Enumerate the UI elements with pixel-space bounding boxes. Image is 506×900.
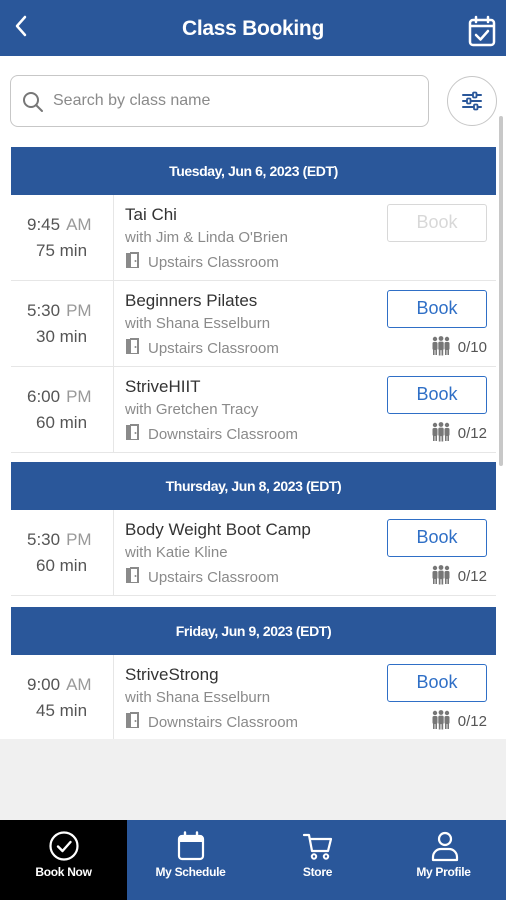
bottom-nav: Book Now My Schedule Store My Profile: [0, 820, 506, 900]
class-row: 9:45 AM 75 min Tai Chi with Jim & Linda O…: [11, 195, 496, 281]
class-room: Upstairs Classroom: [125, 337, 279, 357]
class-name: StriveStrong: [125, 665, 219, 684]
people-icon: [432, 336, 450, 356]
scrollbar[interactable]: [499, 116, 503, 466]
class-row: 6:00 PM 60 min StriveHIIT with Gretchen T…: [11, 367, 496, 453]
class-instructor: with Katie Kline: [125, 544, 228, 561]
check-circle-icon: [49, 831, 79, 861]
class-duration: 75 min: [36, 241, 88, 260]
time-column: 9:00 AM 45 min: [11, 655, 114, 739]
class-name: StriveHIIT: [125, 377, 201, 396]
filter-button[interactable]: [447, 76, 497, 126]
class-duration: 60 min: [36, 556, 88, 575]
class-instructor: with Gretchen Tracy: [125, 401, 259, 418]
class-time: 5:30 PM: [27, 301, 92, 320]
nav-label: Store: [302, 865, 333, 879]
day-header: Friday, Jun 9, 2023 (EDT): [11, 607, 496, 655]
nav-my-schedule[interactable]: My Schedule: [127, 820, 254, 900]
capacity: 0/12: [430, 565, 487, 585]
capacity: 0/10: [430, 336, 487, 356]
book-button: Book: [387, 204, 487, 242]
people-icon: [432, 422, 450, 442]
door-icon: [126, 712, 139, 728]
book-button[interactable]: Book: [387, 519, 487, 557]
sliders-icon: [462, 91, 482, 111]
class-name: Tai Chi: [125, 205, 177, 224]
capacity: 0/12: [430, 710, 487, 730]
time-column: 5:30 PM 60 min: [11, 510, 114, 595]
book-button[interactable]: Book: [387, 290, 487, 328]
class-time: 9:00 AM: [27, 675, 92, 694]
search-input[interactable]: [53, 88, 413, 114]
class-time: 5:30 PM: [27, 530, 92, 549]
people-icon: [432, 565, 450, 585]
door-icon: [126, 338, 139, 354]
class-room: Upstairs Classroom: [125, 251, 279, 271]
book-button[interactable]: Book: [387, 664, 487, 702]
class-row: 9:00 AM 45 min StriveStrong with Shana Es…: [11, 655, 496, 739]
class-duration: 45 min: [36, 701, 88, 720]
class-room: Downstairs Classroom: [125, 711, 298, 731]
class-room: Downstairs Classroom: [125, 423, 298, 443]
search-icon: [23, 92, 43, 112]
class-list[interactable]: Tuesday, Jun 6, 2023 (EDT) 9:45AM 75 min…: [0, 56, 506, 739]
page-title: Class Booking: [182, 17, 324, 40]
nav-label: My Schedule: [155, 865, 226, 879]
class-row: 5:30 PM 60 min Body Weight Boot Camp with…: [11, 510, 496, 596]
class-duration: 30 min: [36, 327, 88, 346]
capacity: 0/12: [430, 422, 487, 442]
door-icon: [126, 567, 139, 583]
nav-book-now[interactable]: Book Now: [0, 820, 127, 900]
person-icon: [431, 831, 459, 862]
class-instructor: with Jim & Linda O'Brien: [125, 229, 288, 246]
class-row: 5:30 PM 30 min Beginners Pilates with Sha…: [11, 281, 496, 367]
time-column: 6:00 PM 60 min: [11, 367, 114, 452]
nav-my-profile[interactable]: My Profile: [381, 820, 506, 900]
time-column: 9:45 AM 75 min: [11, 195, 114, 280]
class-instructor: with Shana Esselburn: [125, 689, 271, 706]
day-header: Tuesday, Jun 6, 2023 (EDT): [11, 147, 496, 195]
book-button[interactable]: Book: [387, 376, 487, 414]
class-name: Beginners Pilates: [125, 291, 258, 310]
calendar-check-icon[interactable]: [468, 15, 496, 47]
cart-icon: [302, 833, 333, 860]
door-icon: [126, 424, 139, 440]
class-time: 6:00 PM: [27, 387, 92, 406]
app-header: Class Booking: [0, 0, 506, 56]
time-column: 5:30 PM 30 min: [11, 281, 114, 366]
people-icon: [432, 710, 450, 730]
nav-store[interactable]: Store: [254, 820, 381, 900]
day-header: Thursday, Jun 8, 2023 (EDT): [11, 462, 496, 510]
calendar-icon: [177, 831, 205, 861]
class-room: Upstairs Classroom: [125, 566, 279, 586]
nav-label: My Profile: [416, 865, 471, 879]
class-name: Body Weight Boot Camp: [125, 520, 311, 539]
search-field[interactable]: [10, 75, 429, 127]
class-duration: 60 min: [36, 413, 88, 432]
class-time: 9:45 AM: [27, 215, 92, 234]
door-icon: [126, 252, 139, 268]
nav-label: Book Now: [35, 865, 92, 879]
class-instructor: with Shana Esselburn: [125, 315, 271, 332]
